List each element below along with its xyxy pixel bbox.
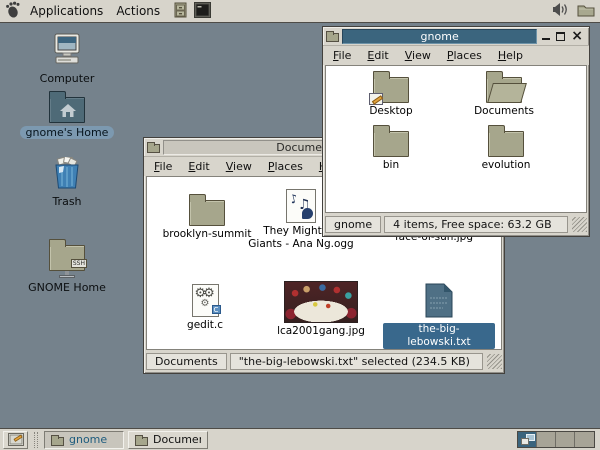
desktop-icon-gnomes-home[interactable]: gnome's Home xyxy=(17,90,117,139)
file-label: the-big-lebowski.txt xyxy=(383,323,495,349)
menubar: File Edit View Places Help xyxy=(323,46,589,65)
folder-icon xyxy=(488,131,524,157)
file-label: gedit.c xyxy=(187,319,223,332)
menu-file[interactable]: File xyxy=(146,158,180,175)
file-evolution[interactable]: evolution xyxy=(451,124,561,172)
window-gnome: gnome File Edit View Places Help Desktop xyxy=(322,26,590,237)
desktop-icon-trash[interactable]: Trash xyxy=(17,157,117,208)
menu-edit[interactable]: Edit xyxy=(180,158,217,175)
taskbar-button-label: Document xyxy=(153,433,201,446)
c-source-file-icon: ⚙⚙ ⚙ C xyxy=(192,284,219,317)
file-label: evolution xyxy=(482,159,531,172)
window-folder-icon xyxy=(147,144,160,153)
minimize-button[interactable] xyxy=(542,32,550,40)
status-text: 4 items, Free space: 63.2 GB xyxy=(384,216,568,233)
bottom-panel: gnome Document xyxy=(0,428,600,450)
ssh-remote-folder-icon: SSH xyxy=(49,238,85,278)
file-the-big-lebowski-txt[interactable]: the-big-lebowski.txt xyxy=(383,283,495,349)
file-label: Documents xyxy=(474,105,534,118)
status-text: "the-big-lebowski.txt" selected (234.5 K… xyxy=(230,353,483,370)
desktop-icon-label: Trash xyxy=(52,195,81,208)
taskbar-button-documents[interactable]: Document xyxy=(128,431,208,449)
statusbar: Documents "the-big-lebowski.txt" selecte… xyxy=(144,350,504,373)
computer-icon xyxy=(50,33,84,69)
tray-folder-icon[interactable] xyxy=(577,3,595,20)
folder-icon xyxy=(373,77,409,103)
menu-actions[interactable]: Actions xyxy=(113,2,163,20)
ssh-badge: SSH xyxy=(71,259,87,268)
file-view: Desktop Documents bin evolution xyxy=(325,65,587,213)
menu-view[interactable]: View xyxy=(218,158,260,175)
desktop-icon-computer[interactable]: Computer xyxy=(17,33,117,85)
menu-places[interactable]: Places xyxy=(260,158,311,175)
gnome-foot-icon[interactable] xyxy=(5,1,20,21)
resize-grip[interactable] xyxy=(572,217,587,232)
file-label: bin xyxy=(383,159,399,172)
panel-drag-handle[interactable] xyxy=(34,432,38,448)
file-desktop[interactable]: Desktop xyxy=(336,70,446,118)
workspace-switcher xyxy=(517,431,595,448)
terminal-icon[interactable] xyxy=(194,2,211,21)
file-bin[interactable]: bin xyxy=(336,124,446,172)
status-location: Documents xyxy=(146,353,227,370)
desktop-icon-label: GNOME Home xyxy=(28,281,106,294)
menu-view[interactable]: View xyxy=(397,47,439,64)
resize-grip[interactable] xyxy=(487,354,502,369)
gear-icon: ⚙ xyxy=(201,298,210,309)
desktop-emblem-icon xyxy=(369,93,383,105)
monitor-base-icon xyxy=(59,275,75,278)
taskbar-button-label: gnome xyxy=(69,433,107,446)
show-desktop-button[interactable] xyxy=(3,431,28,449)
file-label: lca2001gang.jpg xyxy=(277,325,365,338)
workspace-window-thumb xyxy=(521,438,529,445)
desktop-icon-label: Computer xyxy=(40,72,95,85)
file-lca2001gang-jpg[interactable]: lca2001gang.jpg xyxy=(265,281,377,338)
top-panel: Applications Actions xyxy=(0,0,600,23)
window-title: gnome xyxy=(421,30,459,43)
menu-applications[interactable]: Applications xyxy=(27,2,106,20)
speaker-horn-icon xyxy=(302,208,313,219)
text-file-icon xyxy=(424,283,454,321)
maximize-button[interactable] xyxy=(556,32,565,41)
menu-places[interactable]: Places xyxy=(439,47,490,64)
file-gedit-c[interactable]: ⚙⚙ ⚙ C gedit.c xyxy=(150,284,260,332)
file-label: Desktop xyxy=(369,105,412,118)
file-documents[interactable]: Documents xyxy=(449,70,559,118)
open-folder-icon xyxy=(486,77,522,103)
workspace-3[interactable] xyxy=(556,432,575,447)
menu-file[interactable]: File xyxy=(325,47,359,64)
file-cabinet-icon[interactable] xyxy=(174,2,187,21)
file-brooklyn-summit[interactable]: brooklyn-summit xyxy=(152,193,262,241)
workspace-1[interactable] xyxy=(518,432,537,447)
c-language-badge: C xyxy=(212,305,221,314)
folder-icon xyxy=(135,437,148,446)
home-folder-icon xyxy=(49,90,85,123)
folder-icon xyxy=(51,437,64,446)
titlebar[interactable]: gnome xyxy=(323,27,589,46)
status-location: gnome xyxy=(325,216,381,233)
volume-icon[interactable] xyxy=(552,2,570,20)
close-button[interactable] xyxy=(571,30,583,43)
photo-thumbnail xyxy=(284,281,358,323)
desktop-icon-gnome-home[interactable]: SSH GNOME Home xyxy=(17,238,117,294)
desktop-icon-label: gnome's Home xyxy=(20,126,115,139)
folder-icon xyxy=(189,200,225,226)
menu-edit[interactable]: Edit xyxy=(359,47,396,64)
workspace-2[interactable] xyxy=(537,432,556,447)
workspace-4[interactable] xyxy=(575,432,594,447)
desktop: Applications Actions xyxy=(0,0,600,450)
taskbar-button-gnome[interactable]: gnome xyxy=(44,431,124,449)
statusbar: gnome 4 items, Free space: 63.2 GB xyxy=(323,213,589,236)
audio-file-icon: ♪ ♫ xyxy=(286,189,316,223)
trash-icon xyxy=(53,157,81,192)
window-folder-icon xyxy=(326,33,339,42)
file-label: brooklyn-summit xyxy=(163,228,252,241)
folder-icon xyxy=(373,131,409,157)
menu-help[interactable]: Help xyxy=(490,47,531,64)
